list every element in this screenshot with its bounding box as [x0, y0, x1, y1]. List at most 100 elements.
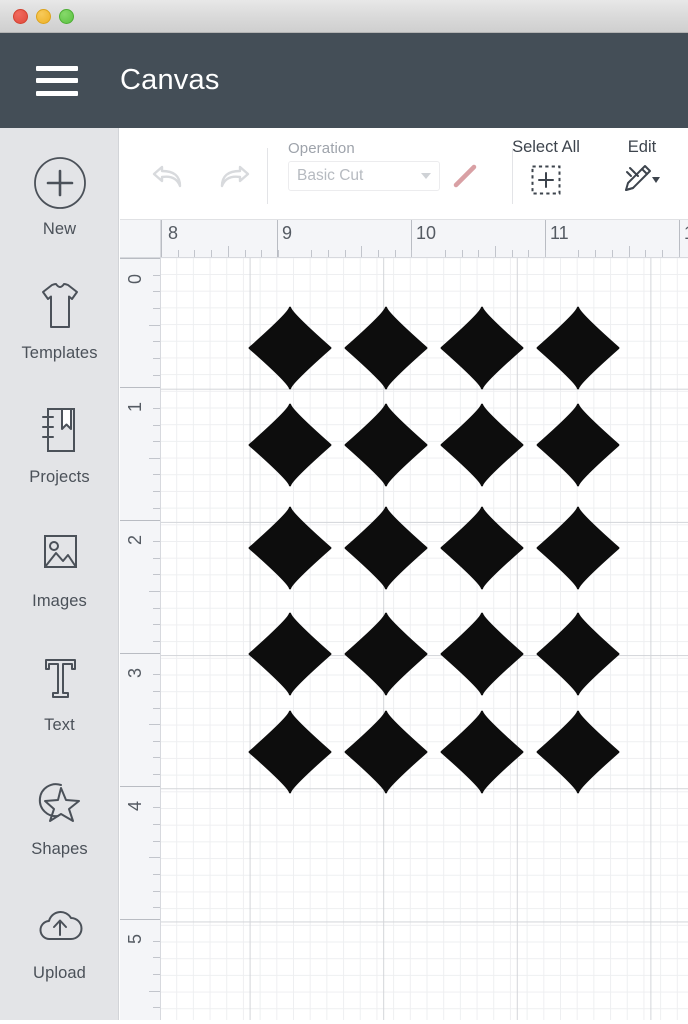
ruler-minor-tick: [578, 250, 579, 257]
ruler-minor-tick: [153, 1007, 160, 1008]
ruler-minor-tick: [462, 250, 463, 257]
ruler-minor-tick: [345, 250, 346, 257]
ruler-minor-tick: [153, 757, 160, 758]
ruler-minor-tick: [679, 250, 680, 257]
operation-select-value: Basic Cut: [297, 167, 364, 184]
ruler-minor-tick: [153, 891, 160, 892]
ruler-tick-label: 11: [550, 223, 569, 243]
sidebar-item-label: New: [42, 220, 77, 238]
ruler-minor-tick: [311, 250, 312, 257]
operation-select[interactable]: Basic Cut: [288, 161, 440, 191]
canvas-shape-sparkle-star[interactable]: [536, 402, 620, 488]
ruler-minor-tick: [178, 250, 179, 257]
sidebar-item-images[interactable]: Images: [0, 524, 119, 648]
sidebar-item-label: Shapes: [31, 840, 88, 858]
ruler-minor-tick: [278, 250, 279, 257]
minimize-window-button[interactable]: [36, 9, 51, 24]
book-bookmark-icon: [31, 400, 89, 462]
undo-arrow-icon[interactable]: [146, 158, 190, 197]
ruler-tick-label: 5: [125, 933, 145, 944]
canvas-shape-sparkle-star[interactable]: [344, 709, 428, 795]
hamburger-bar: [36, 65, 78, 71]
horizontal-ruler[interactable]: 8 9 10 11 12: [161, 220, 688, 258]
ruler-minor-tick: [153, 574, 160, 575]
canvas-shape-sparkle-star[interactable]: [440, 505, 524, 591]
canvas-shape-sparkle-star[interactable]: [440, 709, 524, 795]
ruler-minor-tick: [194, 250, 195, 257]
ruler-minor-tick: [495, 246, 496, 257]
sidebar-item-projects[interactable]: Projects: [0, 400, 119, 524]
ruler-minor-tick: [149, 458, 160, 459]
canvas-shape-sparkle-star[interactable]: [248, 505, 332, 591]
line-color-swatch-icon[interactable]: [450, 161, 480, 191]
ruler-minor-tick: [211, 250, 212, 257]
maximize-window-button[interactable]: [59, 9, 74, 24]
edit-button[interactable]: Edit: [604, 138, 680, 198]
ruler-minor-tick: [528, 250, 529, 257]
ruler-minor-tick: [153, 358, 160, 359]
edit-label: Edit: [627, 138, 657, 156]
operation-label: Operation: [288, 140, 355, 157]
ruler-minor-tick: [629, 246, 630, 257]
hamburger-bar: [36, 90, 78, 96]
ruler-minor-tick: [153, 708, 160, 709]
ruler-minor-tick: [545, 250, 546, 257]
picture-icon: [31, 524, 89, 586]
canvas-shape-sparkle-star[interactable]: [344, 402, 428, 488]
canvas-shape-sparkle-star[interactable]: [248, 402, 332, 488]
canvas-shape-sparkle-star[interactable]: [248, 611, 332, 697]
sidebar-item-templates[interactable]: Templates: [0, 276, 119, 400]
design-canvas[interactable]: [161, 258, 688, 1024]
canvas-shape-sparkle-star[interactable]: [440, 305, 524, 391]
text-t-icon: [31, 648, 89, 710]
canvas-shape-sparkle-star[interactable]: [248, 709, 332, 795]
ruler-minor-tick: [153, 874, 160, 875]
close-window-button[interactable]: [13, 9, 28, 24]
operation-row: Basic Cut: [288, 161, 480, 191]
canvas-shape-sparkle-star[interactable]: [344, 305, 428, 391]
ruler-minor-tick: [153, 491, 160, 492]
window-titlebar: [0, 0, 688, 33]
ruler-minor-tick: [512, 250, 513, 257]
ruler-minor-tick: [153, 558, 160, 559]
vertical-ruler[interactable]: 0 1 2 3 4 5: [120, 258, 161, 1024]
canvas-shape-sparkle-star[interactable]: [440, 402, 524, 488]
hamburger-menu-icon[interactable]: [36, 65, 78, 96]
ruler-major-line: [120, 387, 160, 388]
plus-circle-icon: [31, 152, 89, 214]
canvas-shape-sparkle-star[interactable]: [248, 305, 332, 391]
sidebar-item-label: Projects: [29, 468, 90, 486]
canvas-shape-sparkle-star[interactable]: [536, 709, 620, 795]
select-all-icon: [529, 162, 563, 198]
canvas-shape-sparkle-star[interactable]: [344, 611, 428, 697]
canvas-shape-sparkle-star[interactable]: [536, 611, 620, 697]
canvas-shape-sparkle-star[interactable]: [536, 505, 620, 591]
canvas-shape-sparkle-star[interactable]: [440, 611, 524, 697]
canvas-shape-sparkle-star[interactable]: [344, 505, 428, 591]
sidebar-item-text[interactable]: Text: [0, 648, 119, 772]
toolbar-right-group: Select All Edit: [508, 138, 680, 198]
canvas-shape-sparkle-star[interactable]: [536, 305, 620, 391]
ruler-minor-tick: [361, 246, 362, 257]
ruler-minor-tick: [153, 624, 160, 625]
select-all-button[interactable]: Select All: [508, 138, 584, 198]
ruler-minor-tick: [153, 425, 160, 426]
ruler-tick-label: 1: [125, 401, 145, 412]
ruler-minor-tick: [595, 250, 596, 257]
select-all-label: Select All: [512, 138, 580, 156]
ruler-major-line: [120, 786, 160, 787]
ruler-minor-tick: [645, 250, 646, 257]
traffic-light-buttons: [13, 9, 74, 24]
ruler-minor-tick: [153, 308, 160, 309]
sidebar-item-upload[interactable]: Upload: [0, 896, 119, 1020]
ruler-minor-tick: [153, 941, 160, 942]
redo-arrow-icon[interactable]: [212, 158, 256, 197]
sidebar-item-shapes[interactable]: Shapes: [0, 772, 119, 896]
ruler-minor-tick: [153, 291, 160, 292]
ruler-minor-tick: [153, 608, 160, 609]
ruler-minor-tick: [149, 991, 160, 992]
sidebar-item-new[interactable]: New: [0, 152, 119, 276]
ruler-major-line: [120, 653, 160, 654]
ruler-minor-tick: [153, 957, 160, 958]
ruler-major-line: [120, 919, 160, 920]
